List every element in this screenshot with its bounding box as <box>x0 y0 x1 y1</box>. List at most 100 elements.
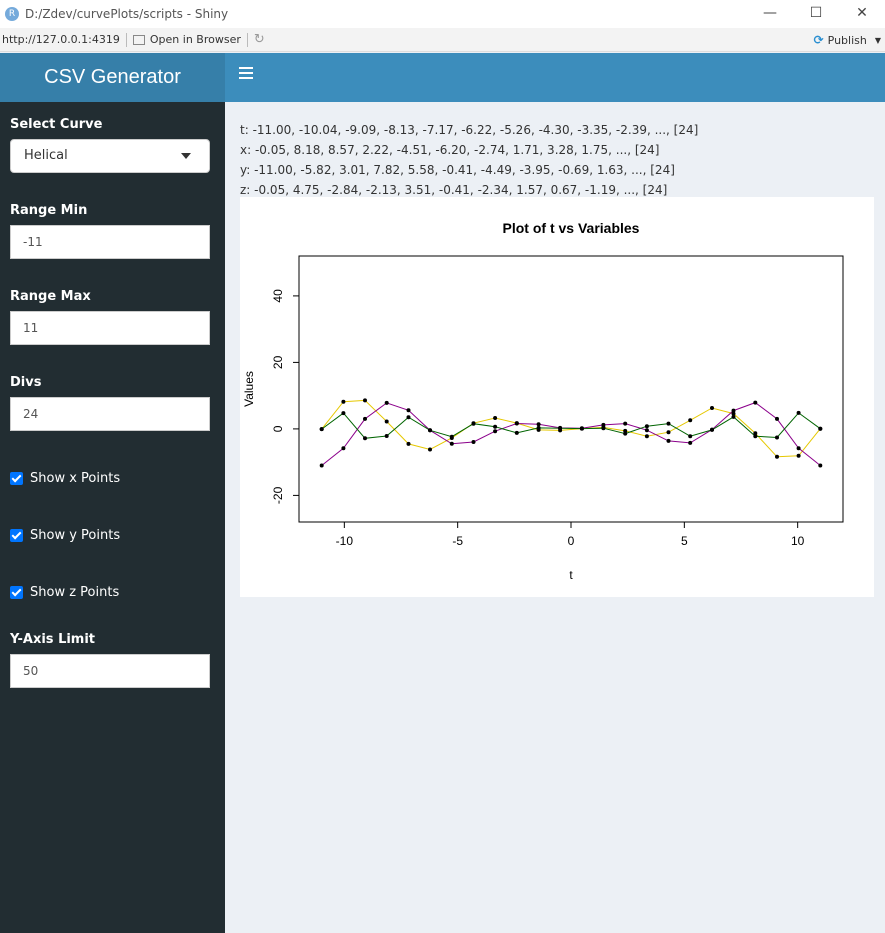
x-tick-label: -10 <box>336 534 354 548</box>
data-point <box>775 454 779 459</box>
browser-window-icon <box>132 34 145 45</box>
minimize-button[interactable]: — <box>747 0 793 28</box>
data-point <box>731 414 736 419</box>
data-point <box>558 426 563 431</box>
select-curve-value: Helical <box>24 148 68 163</box>
data-point <box>579 426 584 431</box>
series-line-2 <box>321 402 821 466</box>
dropdown-caret-icon <box>181 153 191 159</box>
toolbar-divider <box>246 32 248 47</box>
sidebar-toggle-icon[interactable] <box>239 67 253 81</box>
range-max-label: Range Max <box>10 289 91 304</box>
data-point <box>796 410 801 415</box>
data-point <box>406 415 411 420</box>
data-point <box>536 422 541 427</box>
publish-button[interactable]: ⟳ Publish ▼ <box>814 33 881 47</box>
plot-frame <box>298 255 844 523</box>
refresh-icon[interactable]: ↻ <box>254 32 265 47</box>
data-point <box>319 463 324 468</box>
range-min-input[interactable]: -11 <box>10 225 210 259</box>
data-point <box>363 436 367 441</box>
data-point <box>536 425 541 430</box>
data-point <box>623 421 628 426</box>
series-group <box>319 398 823 468</box>
checkbox-checked-icon[interactable] <box>10 529 23 542</box>
x-tick-label: 5 <box>681 534 688 548</box>
data-point <box>471 440 476 444</box>
show-x-points-checkbox[interactable]: Show x Points <box>10 471 120 486</box>
data-point <box>644 428 649 433</box>
y-tick-label: -20 <box>271 486 285 504</box>
sidebar: Select Curve Helical Range Min -11 Range… <box>0 102 225 933</box>
select-curve-dropdown[interactable]: Helical <box>10 139 210 173</box>
chevron-down-icon[interactable]: ▼ <box>875 36 881 45</box>
data-point <box>341 399 346 404</box>
data-point <box>601 426 606 431</box>
data-point <box>428 447 432 452</box>
data-point <box>644 424 649 429</box>
data-point <box>688 434 693 439</box>
plot-panel: Plot of t vs Variables -10 -5 0 5 10 -20 0 20 4… <box>240 197 874 597</box>
data-point <box>710 406 714 410</box>
line-chart: Plot of t vs Variables -10 -5 0 5 10 -20 0 20 4… <box>242 220 844 582</box>
window-titlebar: R D:/Zdev/curvePlots/scripts - Shiny — ☐… <box>0 0 885 28</box>
data-point <box>753 400 758 405</box>
data-point <box>796 453 801 458</box>
x-axis-label: t <box>569 568 573 582</box>
r-app-icon: R <box>5 7 19 21</box>
checkbox-checked-icon[interactable] <box>10 586 23 599</box>
data-point <box>666 421 671 426</box>
toolbar-divider <box>125 32 127 47</box>
data-point <box>341 446 346 451</box>
data-point <box>471 421 476 426</box>
maximize-button[interactable]: ☐ <box>793 0 839 28</box>
range-max-input[interactable]: 11 <box>10 311 210 345</box>
data-point <box>796 446 801 451</box>
data-point <box>363 416 367 421</box>
x-axis: -10 -5 0 5 10 <box>336 522 805 548</box>
checkbox-checked-icon[interactable] <box>10 472 23 485</box>
url-display[interactable]: http://127.0.0.1:4319 <box>2 33 120 46</box>
data-point <box>514 430 519 435</box>
show-y-points-label: Show y Points <box>30 528 121 543</box>
range-min-label: Range Min <box>10 203 88 218</box>
data-point <box>731 408 736 413</box>
data-point <box>753 434 758 439</box>
divs-input[interactable]: 24 <box>10 397 210 431</box>
data-point <box>384 419 389 424</box>
close-button[interactable]: ✕ <box>839 0 885 28</box>
data-summary: t: -11.00, -10.04, -9.09, -8.13, -7.17, … <box>240 120 698 200</box>
data-point <box>710 427 714 432</box>
y-tick-label: 20 <box>271 355 285 369</box>
data-point <box>384 434 389 438</box>
data-point <box>319 427 324 432</box>
data-point <box>449 434 454 439</box>
x-tick-label: 0 <box>568 534 575 548</box>
data-point <box>406 408 411 413</box>
data-point <box>384 400 389 405</box>
data-point <box>514 421 519 426</box>
show-z-points-checkbox[interactable]: Show z Points <box>10 585 119 600</box>
open-in-browser-button[interactable]: Open in Browser <box>132 33 241 46</box>
data-point <box>493 429 498 434</box>
show-y-points-checkbox[interactable]: Show y Points <box>10 528 120 543</box>
top-navbar <box>225 53 885 102</box>
y-axis-limit-label: Y-Axis Limit <box>10 632 96 647</box>
y-axis-limit-input[interactable]: 50 <box>10 654 210 688</box>
app-brand-title: CSV Generator <box>0 53 225 102</box>
data-point <box>493 424 498 429</box>
data-point <box>818 463 823 468</box>
y-summary-line: y: -11.00, -5.82, 3.01, 7.82, 5.58, -0.4… <box>240 163 675 177</box>
data-point <box>644 434 649 439</box>
data-point <box>363 398 367 403</box>
x-tick-label: -5 <box>452 534 463 548</box>
show-x-points-label: Show x Points <box>30 471 121 486</box>
window-controls: — ☐ ✕ <box>747 0 885 28</box>
publish-label: Publish <box>827 33 867 47</box>
select-curve-label: Select Curve <box>10 117 103 132</box>
publish-icon: ⟳ <box>813 33 824 47</box>
x-tick-label: 10 <box>791 534 805 548</box>
data-point <box>341 411 346 416</box>
data-point <box>623 431 628 436</box>
series-line-3 <box>321 412 821 439</box>
